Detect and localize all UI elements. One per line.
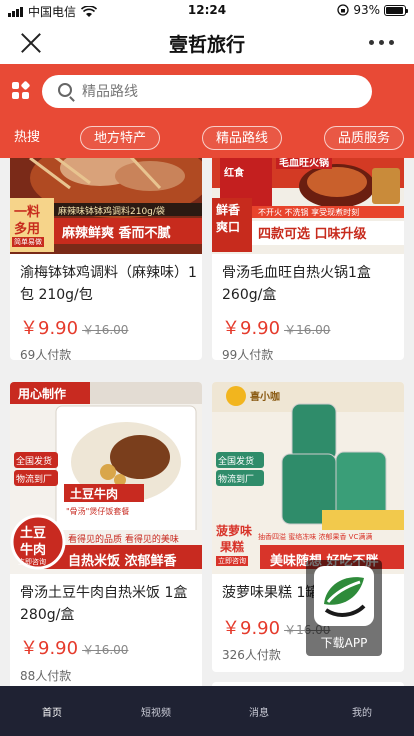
app-logo-icon [314,566,374,626]
image-product-label: 毛血旺火锅 [276,158,332,169]
product-price: ￥9.90￥16.00 [20,638,129,659]
page-title: 壹哲旅行 [168,34,245,56]
sold-count: 99人付款 [222,348,274,360]
title-bar: 壹哲旅行 [0,22,414,64]
tab-local-specialty[interactable]: 地方特产 [80,126,160,150]
image-shipping: 物流到厂 [218,475,255,485]
sold-count: 326人付款 [222,648,281,662]
nav-short-video[interactable]: 短视频 [126,704,186,719]
product-name[interactable]: 骨汤毛血旺自热火锅1盒 260g/盒 [222,262,400,306]
image-slogan: 四款可选 口味升级 [258,227,367,242]
image-banner: 用心制作 [18,387,67,401]
search-input[interactable] [82,81,342,103]
image-tag-sub: 简单易做 [12,237,44,247]
product-image: 用心制作 全国发货 物流到厂 土豆牛肉 "骨汤"煲仔饭套餐 看得见的品质 看得见… [10,382,202,574]
image-tag: 爽口 [216,220,241,234]
product-name[interactable]: 渝梅钵钵鸡调料（麻辣味）1包 210g/包 [20,262,198,306]
product-price: ￥9.90￥16.00 [20,318,129,339]
tab-hot[interactable]: 热搜 [12,126,42,150]
orientation-lock-icon [337,4,349,16]
product-card[interactable]: 用心制作 全国发货 物流到厂 土豆牛肉 "骨汤"煲仔饭套餐 看得见的品质 看得见… [10,382,202,686]
tab-premium-routes[interactable]: 精品路线 [202,126,282,150]
image-tag: 鲜香 [216,203,241,217]
product-price: ￥9.90￥16.00 [222,318,331,339]
battery-percent: 93% [353,3,380,17]
image-caption: 抽香四溢 蜜络冻味 浓郁果香 VC满满 [258,533,373,541]
battery-icon [384,4,408,16]
original-price: ￥16.00 [82,643,129,657]
nav-profile[interactable]: 我的 [332,704,392,719]
image-tag-sub: 立即咨询 [18,558,46,566]
image-sub-label: "骨汤"煲仔饭套餐 [66,507,130,516]
image-shipping: 物流到厂 [16,475,53,485]
product-card[interactable]: 红食 毛血旺火锅 不开火 不洗锅 享受现煮时刻 四款可选 口味升级 鲜香 爽口 … [212,158,404,360]
image-tag: 牛肉 [20,543,47,558]
image-tag-sub: 立即咨询 [216,556,248,566]
image-caption: 看得见的品质 看得见的美味 [68,535,179,545]
image-slogan: 自热米饭 浓郁鲜香 [68,554,177,569]
product-image: 红食 毛血旺火锅 不开火 不洗锅 享受现煮时刻 四款可选 口味升级 鲜香 爽口 [212,158,404,254]
sold-count: 69人付款 [20,348,72,360]
image-tag: 多用 [14,222,41,237]
image-caption: 麻辣味钵钵鸡调料210g/袋 [58,207,165,217]
original-price: ￥16.00 [284,323,331,337]
image-badge: 红食 [224,168,244,179]
image-shipping: 全国发货 [218,457,255,467]
search-bar[interactable] [42,75,372,108]
original-price: ￥16.00 [82,323,129,337]
image-caption: 不开火 不洗锅 享受现煮时刻 [258,208,360,217]
search-icon [58,83,72,97]
nav-home[interactable]: 首页 [22,704,82,719]
product-image: 麻辣味钵钵鸡调料210g/袋 麻辣鲜爽 香而不腻 一料 多用 简单易做 [10,158,202,254]
image-product-label: 土豆牛肉 [70,487,119,501]
product-name[interactable]: 骨汤土豆牛肉自热米饭 1盒 280g/盒 [20,582,198,626]
image-tag: 果糕 [220,540,245,554]
nav-messages[interactable]: 消息 [229,704,289,719]
sold-count: 88人付款 [20,669,72,683]
category-tabs: 热搜 地方特产 精品路线 品质服务 [0,126,414,152]
product-image: 喜小咖 全国发货 物流到厂 抽香四溢 蜜络冻味 浓郁果香 VC满满 美味随想 好… [212,382,404,574]
download-app-button[interactable]: 下载APP [306,560,382,656]
product-card[interactable]: 麻辣味钵钵鸡调料210g/袋 麻辣鲜爽 香而不腻 一料 多用 简单易做 渝梅钵钵… [10,158,202,360]
bottom-nav: 首页 短视频 消息 我的 [0,686,414,736]
image-slogan: 麻辣鲜爽 香而不腻 [62,226,171,241]
more-icon[interactable] [369,40,394,45]
image-shipping: 全国发货 [16,457,53,467]
image-brand: 喜小咖 [250,392,280,403]
download-app-label: 下载APP [320,636,368,650]
tab-quality-service[interactable]: 品质服务 [324,126,404,150]
image-tag: 菠萝味 [216,524,253,538]
category-menu-icon[interactable] [12,80,31,100]
status-bar: 中国电信 12:24 93% [0,0,414,22]
